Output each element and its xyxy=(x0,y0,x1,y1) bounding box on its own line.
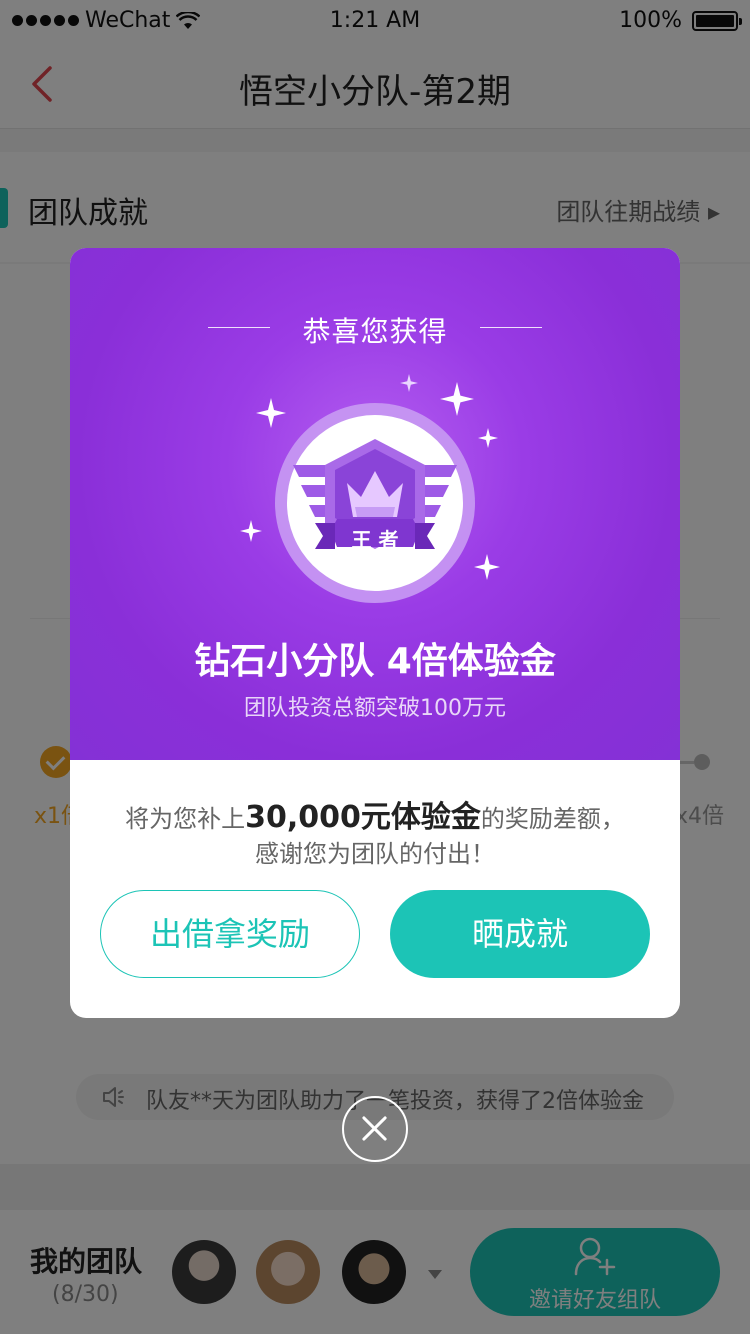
share-achievement-button[interactable]: 晒成就 xyxy=(390,890,650,978)
award-title: 钻石小分队 4倍体验金 xyxy=(194,641,556,682)
invest-reward-button[interactable]: 出借拿奖励 xyxy=(100,890,360,978)
reward-thanks: 感谢您为团队的付出！ xyxy=(255,840,495,868)
reward-amount: 30,000元体验金 xyxy=(245,800,481,835)
award-subtitle: 团队投资总额突破100万元 xyxy=(244,696,506,721)
reward-message: 将为您补上30,000元体验金的奖励差额， xyxy=(70,792,680,836)
badge-label: 王 者 xyxy=(351,528,399,552)
achievement-modal: 恭喜您获得 王 者 钻石小分队 4倍体验金 团队投资总额突破100万元 将为您补… xyxy=(70,248,680,1018)
reward-suffix: 的奖励差额， xyxy=(480,805,625,833)
modal-header: 恭喜您获得 王 者 钻石小分队 4倍体验金 团队投资总额突破100万元 xyxy=(70,248,680,760)
king-badge-icon xyxy=(275,403,475,603)
close-icon[interactable] xyxy=(342,1096,408,1162)
congrats-title: 恭喜您获得 xyxy=(302,315,448,348)
sparkle-icon xyxy=(400,374,418,392)
sparkle-icon xyxy=(474,554,500,580)
sparkle-icon xyxy=(478,428,498,448)
reward-prefix: 将为您补上 xyxy=(125,805,246,833)
sparkle-icon xyxy=(240,520,262,542)
